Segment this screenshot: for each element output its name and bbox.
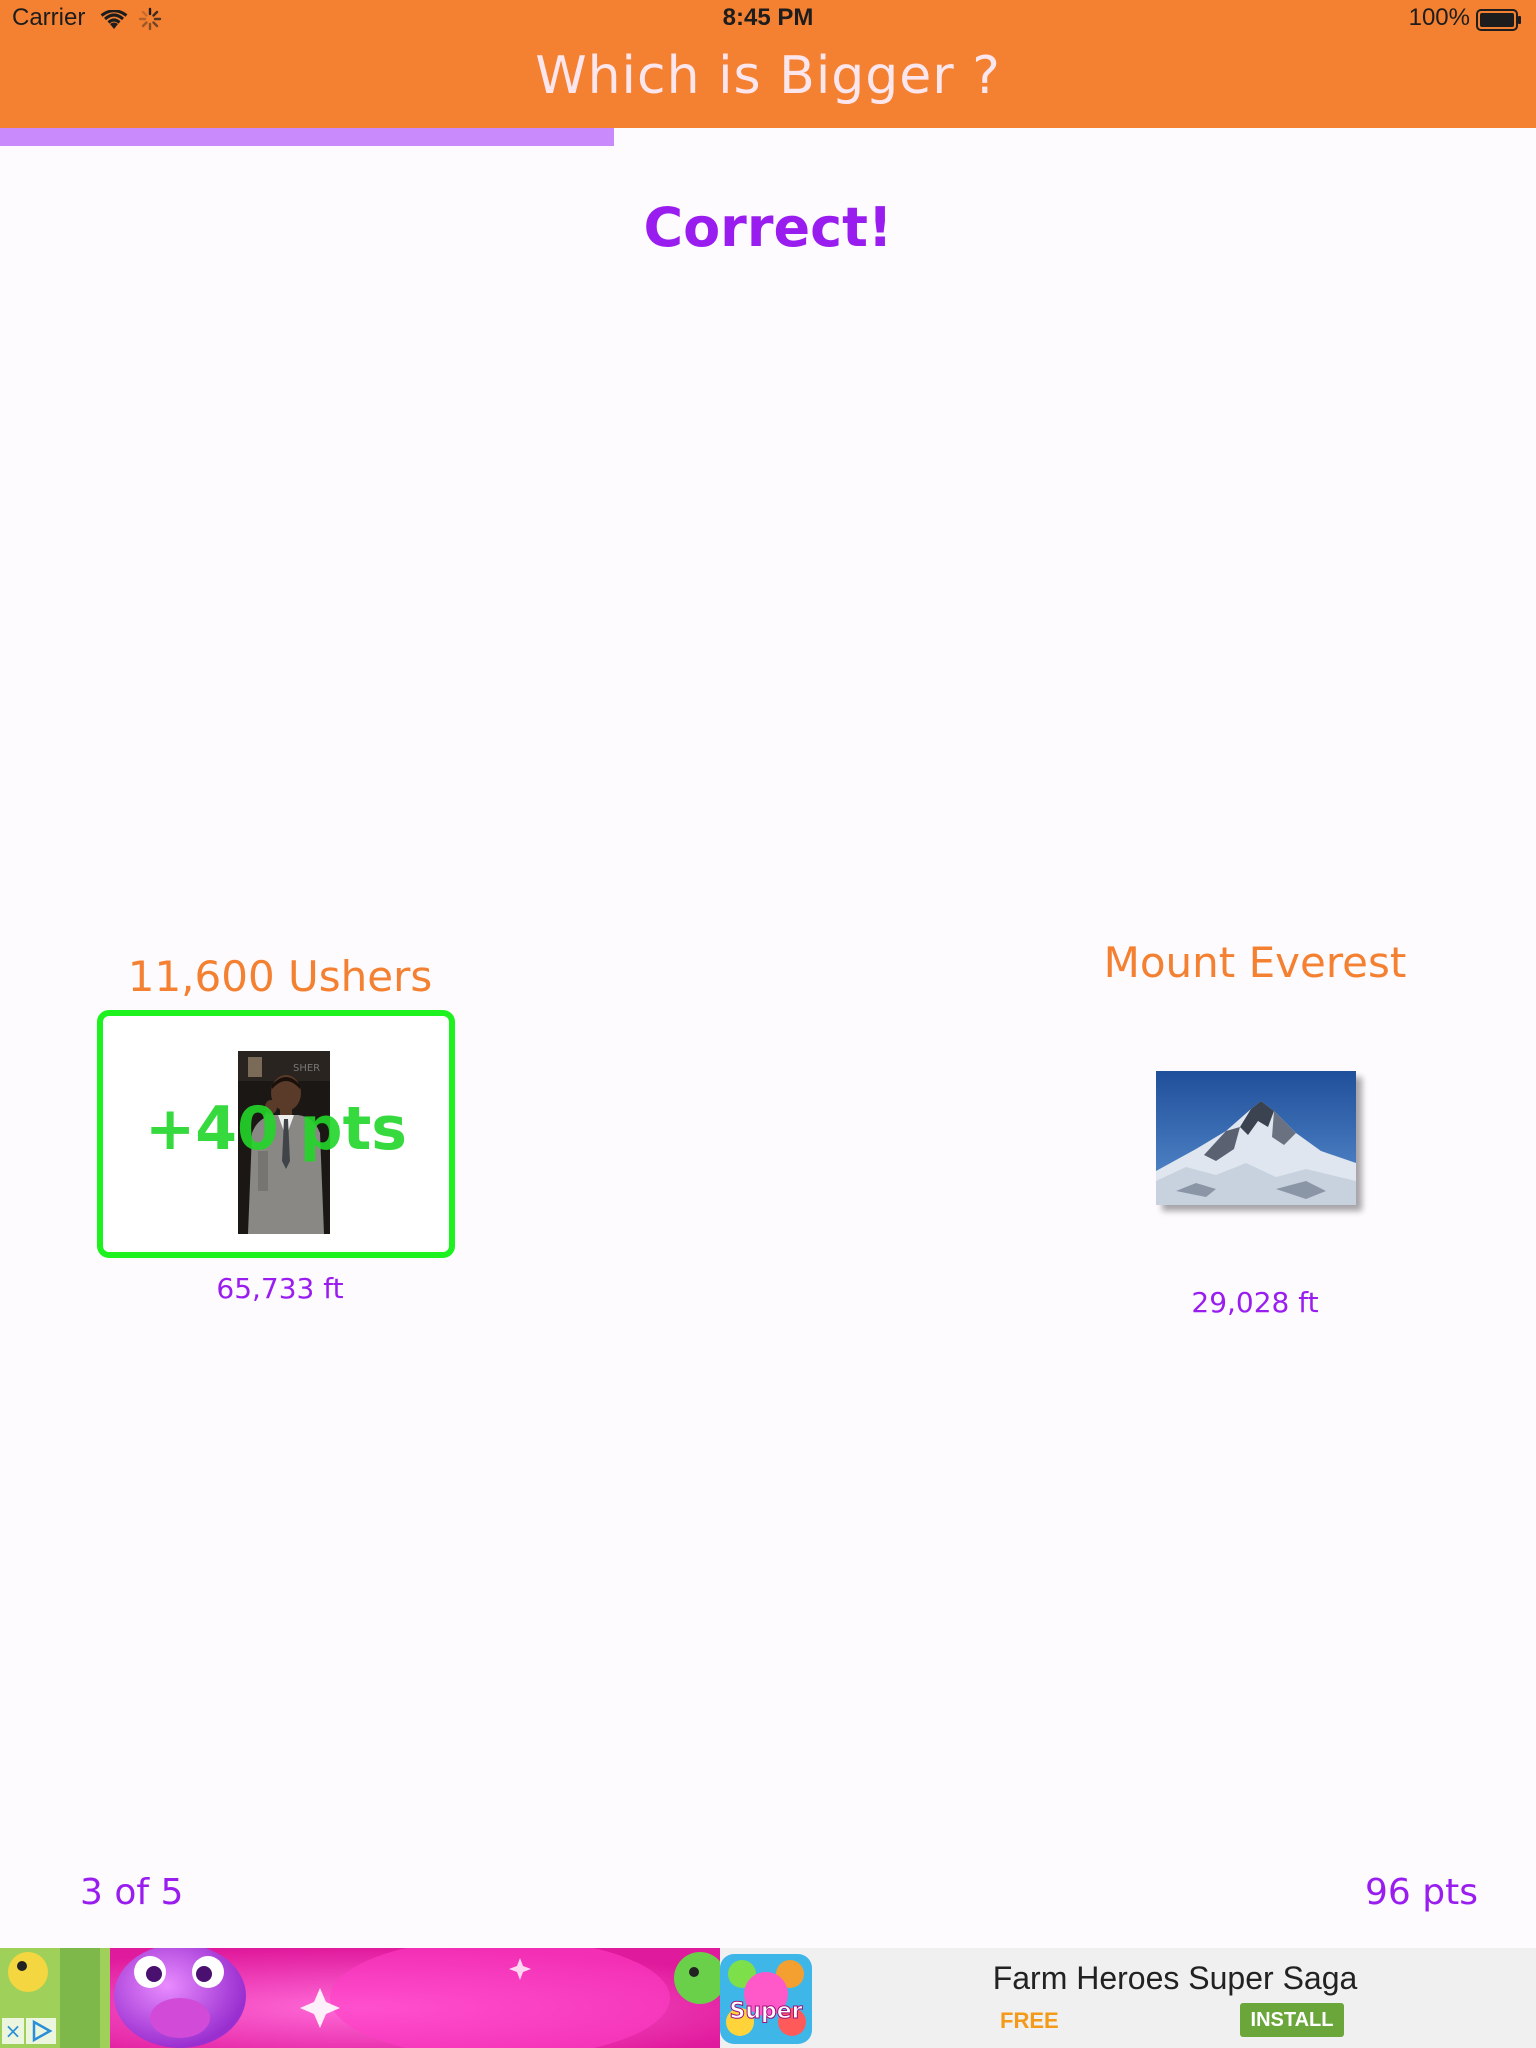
mount-everest-photo[interactable]	[1156, 1071, 1356, 1205]
svg-text:SHER: SHER	[293, 1063, 320, 1074]
battery-icon	[1476, 9, 1521, 31]
status-time: 8:45 PM	[722, 4, 814, 31]
points-awarded-label: +40 pts	[144, 1094, 407, 1164]
ad-install-button[interactable]: INSTALL	[1240, 2003, 1344, 2037]
left-option-value: 65,733 ft	[216, 1272, 344, 1305]
score-label: 96 pts	[1365, 1872, 1478, 1913]
ad-icon-text: Super	[729, 1999, 802, 2024]
ad-close-icon[interactable]: ×	[2, 2018, 24, 2044]
quiz-progress-fill	[0, 128, 615, 146]
quiz-progress-bar	[0, 128, 1536, 146]
ad-app-icon[interactable]: Super	[720, 1954, 812, 2044]
right-option-value: 29,028 ft	[1191, 1286, 1319, 1319]
app-header: Carrier 8:45 PM 100% Which is Bigger ?	[0, 0, 1536, 128]
right-option-title: Mount Everest	[1103, 938, 1407, 987]
page-title: Which is Bigger ?	[535, 46, 1001, 106]
ad-banner[interactable]: Super Farm Heroes Super Saga FREE INSTAL…	[0, 1948, 1536, 2048]
round-counter: 3 of 5	[80, 1872, 184, 1913]
result-message: Correct!	[643, 196, 893, 259]
ad-choices-icon[interactable]	[26, 2018, 56, 2044]
ad-title: Farm Heroes Super Saga	[992, 1960, 1358, 1996]
left-option-card[interactable]: SHER +40 pts	[97, 1010, 455, 1258]
battery-percent: 100%	[1408, 4, 1470, 31]
ad-price: FREE	[1000, 2008, 1059, 2033]
ad-artwork	[0, 1948, 720, 2048]
left-option-title: 11,600 Ushers	[127, 952, 433, 1001]
